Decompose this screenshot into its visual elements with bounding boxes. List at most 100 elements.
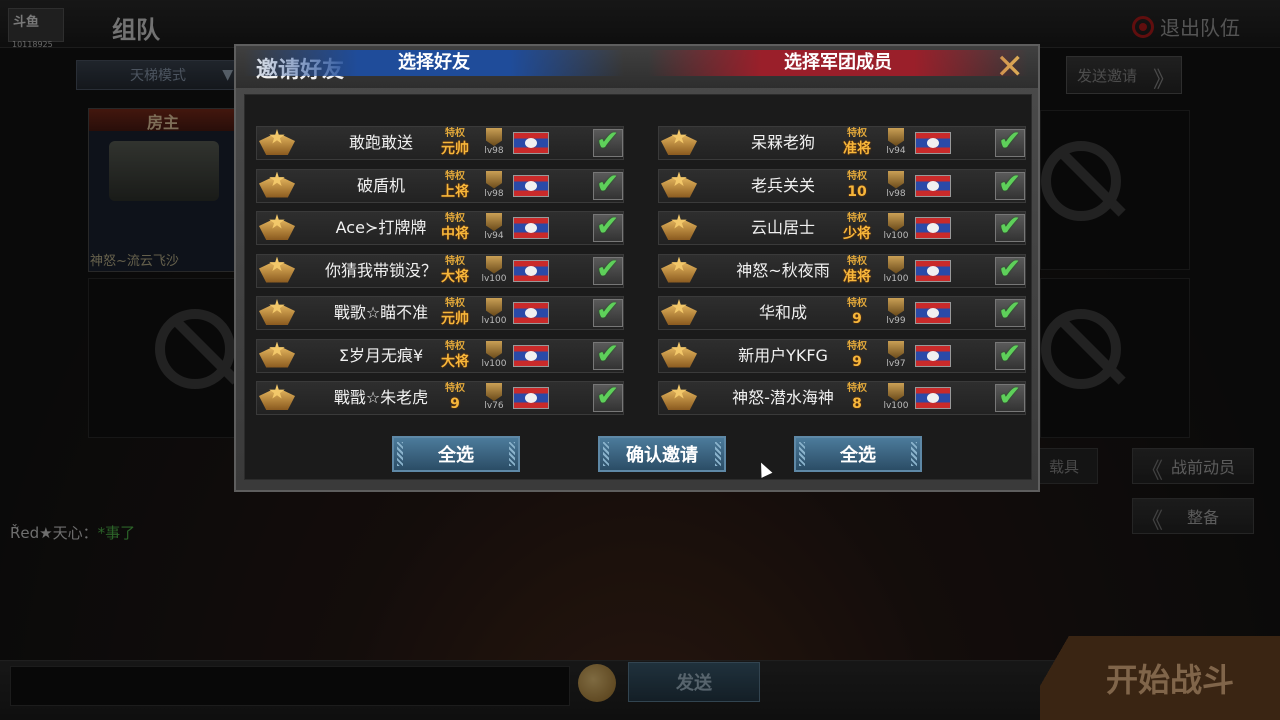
player-row[interactable]: 你猜我带锁没？ 特权 大将 lv100 bbox=[256, 252, 624, 289]
player-row[interactable]: 神怒~秋夜雨 特权 准将 lv100 bbox=[658, 252, 1026, 289]
privilege-label: 特权 bbox=[445, 255, 465, 267]
level-badge: lv99 bbox=[883, 298, 909, 330]
privilege-rank-badge: 特权 元帅 bbox=[437, 127, 473, 159]
player-row[interactable]: 云山居士 特权 少将 lv100 bbox=[658, 209, 1026, 246]
level-text: lv100 bbox=[481, 358, 507, 369]
rank-medal-icon bbox=[661, 253, 697, 289]
checkbox[interactable] bbox=[593, 337, 623, 370]
select-all-friends-button[interactable]: 全选 bbox=[392, 436, 520, 472]
level-badge: lv100 bbox=[883, 213, 909, 245]
level-badge: lv100 bbox=[883, 383, 909, 415]
level-text: lv100 bbox=[883, 231, 909, 241]
select-all-label: 全选 bbox=[840, 445, 876, 466]
privilege-label: 特权 bbox=[445, 170, 465, 182]
level-text: lv100 bbox=[481, 273, 507, 284]
rank-value: 中将 bbox=[441, 226, 469, 242]
level-text: lv97 bbox=[886, 358, 906, 369]
level-text: lv76 bbox=[484, 401, 504, 411]
rank-value: 上将 bbox=[441, 183, 469, 200]
rank-value: 准将 bbox=[843, 141, 871, 157]
legion-flag-icon bbox=[915, 387, 951, 409]
rank-value: 元帅 bbox=[441, 141, 469, 157]
level-icon bbox=[486, 340, 502, 359]
level-text: lv98 bbox=[484, 188, 504, 199]
level-badge: lv98 bbox=[481, 128, 507, 160]
level-icon bbox=[888, 255, 904, 274]
checkbox[interactable] bbox=[995, 252, 1025, 285]
legion-flag-icon bbox=[915, 302, 951, 324]
legion-flag-icon bbox=[915, 259, 951, 282]
rank-value: 10 bbox=[847, 183, 867, 200]
player-row[interactable]: Ace≻打牌牌 特权 中将 lv94 bbox=[256, 209, 624, 245]
level-icon bbox=[888, 170, 904, 189]
privilege-rank-badge: 特权 9 bbox=[437, 382, 473, 414]
rank-value: 少将 bbox=[843, 226, 871, 242]
level-icon bbox=[486, 383, 502, 401]
checkbox[interactable] bbox=[995, 379, 1025, 412]
level-text: lv100 bbox=[883, 273, 909, 284]
level-text: lv100 bbox=[481, 316, 507, 326]
checkbox[interactable] bbox=[593, 379, 623, 412]
legion-flag-icon bbox=[513, 174, 549, 197]
player-row[interactable]: 神怒-潜水海神 特权 8 lv100 bbox=[658, 379, 1026, 416]
legion-column-header: 选择军团成员 bbox=[648, 50, 1028, 76]
rank-medal-icon bbox=[661, 295, 697, 331]
legion-flag-icon bbox=[513, 217, 549, 239]
privilege-label: 特权 bbox=[445, 298, 465, 309]
rank-value: 大将 bbox=[441, 353, 469, 370]
friends-column-header: 选择好友 bbox=[244, 50, 624, 76]
checkbox[interactable] bbox=[593, 209, 623, 242]
checkbox[interactable] bbox=[593, 252, 623, 285]
player-row[interactable]: 新用户YKFG 特权 9 lv97 bbox=[658, 337, 1026, 374]
level-icon bbox=[888, 213, 904, 231]
legion-flag-icon bbox=[513, 259, 549, 282]
player-row[interactable]: 戰歌☆瞄不准 特权 元帅 lv100 bbox=[256, 294, 624, 330]
select-all-members-button[interactable]: 全选 bbox=[794, 436, 922, 472]
legion-flag-icon bbox=[915, 217, 951, 239]
checkbox[interactable] bbox=[995, 209, 1025, 242]
player-row[interactable]: 华和成 特权 9 lv99 bbox=[658, 294, 1026, 331]
level-text: lv98 bbox=[886, 188, 906, 199]
rank-medal-icon bbox=[259, 380, 295, 416]
checkbox[interactable] bbox=[995, 337, 1025, 370]
checkbox[interactable] bbox=[995, 294, 1025, 327]
legion-flag-icon bbox=[513, 344, 549, 367]
player-row[interactable]: 呆槑老狗 特权 准将 lv94 bbox=[658, 124, 1026, 161]
privilege-label: 特权 bbox=[847, 298, 867, 309]
rank-medal-icon bbox=[661, 210, 697, 246]
player-row[interactable]: Σ岁月无痕¥ 特权 大将 lv100 bbox=[256, 337, 624, 374]
rank-value: 大将 bbox=[441, 268, 469, 285]
privilege-label: 特权 bbox=[445, 340, 465, 352]
select-all-label: 全选 bbox=[438, 445, 474, 466]
checkbox[interactable] bbox=[593, 124, 623, 157]
player-row[interactable]: 敢跑敢送 特权 元帅 lv98 bbox=[256, 124, 624, 161]
player-row[interactable]: 破盾机 特权 上将 lv98 bbox=[256, 167, 624, 203]
rank-medal-icon bbox=[661, 125, 697, 161]
rank-value: 9 bbox=[852, 311, 862, 327]
player-row[interactable]: 戰戬☆朱老虎 特权 9 lv76 bbox=[256, 379, 624, 416]
confirm-invite-button[interactable]: 确认邀请 bbox=[598, 436, 726, 472]
legion-flag-icon bbox=[513, 387, 549, 409]
rank-medal-icon bbox=[259, 253, 295, 289]
rank-medal-icon bbox=[661, 380, 697, 416]
checkbox[interactable] bbox=[995, 124, 1025, 157]
rank-medal-icon bbox=[661, 168, 697, 204]
rank-medal-icon bbox=[661, 338, 697, 374]
privilege-label: 特权 bbox=[847, 128, 867, 139]
level-icon bbox=[486, 298, 502, 316]
rank-medal-icon bbox=[259, 125, 295, 161]
checkbox[interactable] bbox=[593, 294, 623, 327]
level-icon bbox=[888, 298, 904, 316]
rank-value: 准将 bbox=[843, 268, 871, 285]
checkbox[interactable] bbox=[593, 167, 623, 200]
player-row[interactable]: 老兵关关 特权 10 lv98 bbox=[658, 167, 1026, 204]
checkbox[interactable] bbox=[995, 167, 1025, 200]
rank-value: 9 bbox=[450, 396, 460, 412]
legion-flag-icon bbox=[915, 132, 951, 154]
privilege-rank-badge: 特权 大将 bbox=[437, 340, 473, 372]
rank-medal-icon bbox=[259, 338, 295, 374]
privilege-rank-badge: 特权 9 bbox=[839, 340, 875, 372]
level-badge: lv94 bbox=[481, 213, 507, 245]
legion-flag-icon bbox=[513, 132, 549, 154]
privilege-rank-badge: 特权 中将 bbox=[437, 212, 473, 244]
